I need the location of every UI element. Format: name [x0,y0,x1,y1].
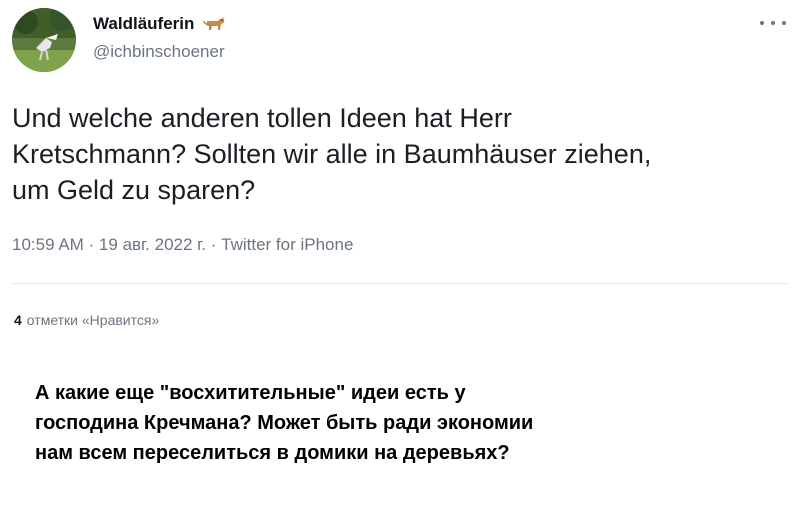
avatar-image [12,8,76,72]
tweet-text: Und welche anderen tollen Ideen hat Herr… [12,103,652,205]
likes-stat[interactable]: 4 отметки «Нравится» [14,312,159,328]
author-handle[interactable]: @ichbinschoener [93,42,225,62]
likes-label: отметки «Нравится» [26,312,160,328]
display-name[interactable]: Waldläuferin [93,14,194,34]
avatar[interactable] [12,8,76,72]
more-options-icon[interactable] [760,16,786,30]
translation-text: А какие еще "восхитительные" идеи есть у… [35,382,534,464]
divider [12,283,788,284]
author-name-row: Waldläuferin [93,14,226,34]
tweet-timestamp-source[interactable]: 10:59 AM · 19 авг. 2022 г. · Twitter for… [12,235,353,255]
likes-count: 4 [14,312,22,328]
dog-icon [202,14,226,34]
tweet-card: Waldläuferin @ichbinschoener Und welche … [0,0,800,513]
